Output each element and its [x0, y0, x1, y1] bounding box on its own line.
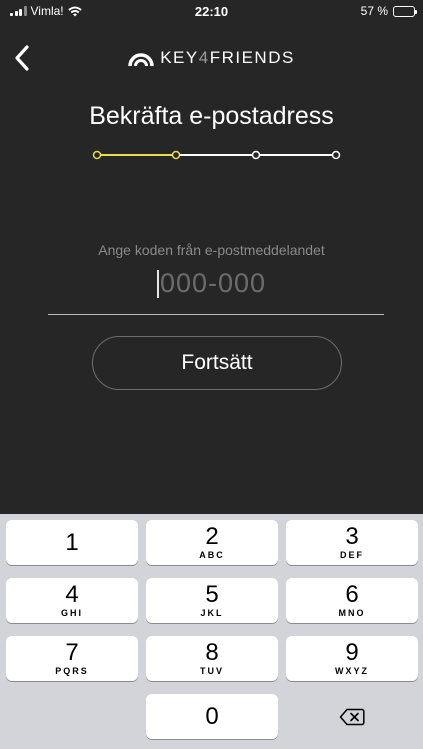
status-time: 22:10: [194, 4, 229, 19]
key-4-number: 4: [65, 580, 79, 608]
stepper-dot-3: [251, 150, 261, 160]
key-0[interactable]: 0: [146, 694, 278, 739]
numeric-keypad: 1 2 ABC 3 DEF 4 GHI 5 JKL 6 MNO 7 PQRS 8…: [0, 514, 423, 749]
logo-text-four: 4: [198, 48, 210, 67]
stepper-dot-4: [331, 150, 341, 160]
status-bar: Vimla! 22:10 57 %: [0, 0, 423, 22]
key-8[interactable]: 8 TUV: [146, 636, 278, 681]
nav-bar: KEY4FRIENDS: [0, 40, 423, 76]
code-input[interactable]: 000-000: [0, 268, 423, 302]
key-4[interactable]: 4 GHI: [6, 578, 138, 623]
key-2-number: 2: [205, 522, 219, 550]
key-1[interactable]: 1: [6, 520, 138, 565]
code-placeholder: 000-000: [159, 268, 267, 298]
key-5-number: 5: [205, 580, 219, 608]
battery-percent: 57 %: [360, 4, 388, 18]
text-caret: [156, 269, 159, 298]
key-3-letters: DEF: [340, 549, 364, 560]
key-6-letters: MNO: [338, 607, 366, 618]
progress-stepper: [92, 150, 341, 160]
logo-text-friends: FRIENDS: [209, 48, 295, 67]
delete-key[interactable]: [286, 694, 418, 739]
code-input-inner: 000-000: [156, 268, 267, 299]
key-0-number: 0: [205, 702, 219, 730]
key-7-number: 7: [65, 638, 79, 666]
continue-button[interactable]: Fortsätt: [92, 336, 342, 390]
key-9-letters: WXYZ: [335, 665, 369, 676]
key-6[interactable]: 6 MNO: [286, 578, 418, 623]
logo-arch-icon: [128, 53, 154, 67]
key-9[interactable]: 9 WXYZ: [286, 636, 418, 681]
key-6-number: 6: [345, 580, 359, 608]
stepper-dot-1: [92, 150, 102, 160]
logo-text: KEY4FRIENDS: [160, 48, 295, 68]
key-2-letters: ABC: [199, 549, 225, 560]
backspace-icon: [339, 708, 365, 725]
key-3-number: 3: [345, 522, 359, 550]
status-right: 57 %: [360, 4, 417, 18]
key-5[interactable]: 5 JKL: [146, 578, 278, 623]
key-8-number: 8: [205, 638, 219, 666]
key-3[interactable]: 3 DEF: [286, 520, 418, 565]
code-underline: [48, 314, 384, 315]
key-4-letters: GHI: [60, 607, 83, 618]
battery-icon: [393, 5, 417, 17]
key-9-number: 9: [345, 638, 359, 666]
key-7-letters: PQRS: [55, 665, 89, 676]
logo-text-key: KEY: [160, 48, 199, 67]
key-5-letters: JKL: [200, 607, 224, 618]
key-1-number: 1: [65, 528, 79, 556]
stepper-dot-2: [171, 150, 181, 160]
page-title: Bekräfta e-postadress: [89, 102, 334, 130]
app-logo: KEY4FRIENDS: [0, 48, 423, 68]
key-2[interactable]: 2 ABC: [146, 520, 278, 565]
code-label: Ange koden från e-postmeddelandet: [98, 242, 325, 258]
key-7[interactable]: 7 PQRS: [6, 636, 138, 681]
key-8-letters: TUV: [200, 665, 224, 676]
